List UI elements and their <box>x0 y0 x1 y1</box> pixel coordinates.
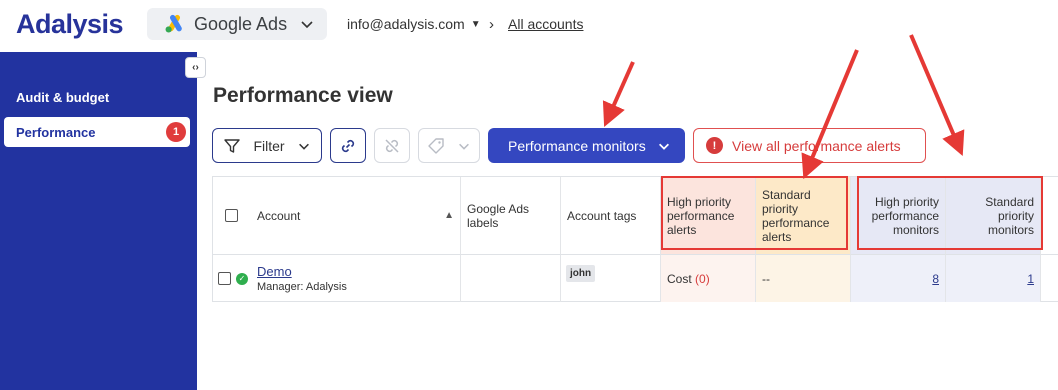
header-standard-priority-alerts[interactable]: Standard priority performance alerts <box>756 177 851 254</box>
link-icon <box>341 139 355 152</box>
header-std-alerts-label: Standard priority performance alerts <box>762 187 830 244</box>
account-manager: Manager: Adalysis <box>257 281 347 293</box>
sidebar-item-performance[interactable]: Performance 1 <box>4 117 190 147</box>
account-email: info@adalysis.com <box>347 16 465 32</box>
std-alerts-cell: -- <box>756 254 851 302</box>
sidebar-collapse-button[interactable]: ‹› <box>185 57 206 78</box>
row-select-cell: ✓ <box>213 254 249 302</box>
google-ads-icon <box>165 14 182 33</box>
top-bar: Adalysis Google Ads info@adalysis.com ▼ … <box>0 0 1058 52</box>
adalysis-logo[interactable]: Adalysis <box>16 9 124 40</box>
header-tags-label: Account tags <box>567 208 637 223</box>
breadcrumb-chevron-icon: › <box>489 16 494 33</box>
header-account-tags[interactable]: Account tags <box>561 177 661 254</box>
platform-selector[interactable]: Google Ads <box>147 8 327 40</box>
labels-cell <box>461 254 561 302</box>
std-alerts-value: -- <box>762 271 770 286</box>
account-email-dropdown[interactable]: info@adalysis.com ▼ <box>347 16 481 32</box>
header-standard-priority-monitors[interactable]: Standard priority monitors <box>946 177 1041 254</box>
all-accounts-link[interactable]: All accounts <box>508 16 583 32</box>
sidebar-section-audit-budget: Audit & budget <box>16 90 110 105</box>
header-std-monitors-label: Standard priority monitors <box>985 194 1034 237</box>
page-title: Performance view <box>213 84 393 107</box>
select-all-checkbox[interactable] <box>224 209 238 222</box>
alert-icon: ! <box>706 137 723 154</box>
performance-monitors-button[interactable]: Performance monitors <box>488 128 685 163</box>
std-monitors-cell: 1 <box>946 254 1041 302</box>
header-high-alerts-label: High priority performance alerts <box>667 194 735 237</box>
filter-icon <box>224 138 240 153</box>
filter-label: Filter <box>253 137 285 154</box>
select-all-cell <box>213 177 249 254</box>
platform-name: Google Ads <box>194 13 288 34</box>
notification-badge: 1 <box>166 122 186 142</box>
header-high-monitors-label: High priority performance monitors <box>871 194 939 237</box>
header-high-priority-alerts[interactable]: High priority performance alerts <box>661 177 756 254</box>
header-overflow <box>1041 177 1058 254</box>
high-monitors-link[interactable]: 8 <box>932 272 939 286</box>
header-high-priority-monitors[interactable]: High priority performance monitors <box>851 177 946 254</box>
high-monitors-cell: 8 <box>851 254 946 302</box>
sort-ascending-icon: ▲ <box>444 210 454 221</box>
header-google-ads-labels[interactable]: Google Ads labels <box>461 177 561 254</box>
unlink-button[interactable] <box>374 128 410 163</box>
header-account[interactable]: Account ▲ <box>249 177 461 254</box>
unlink-icon <box>385 138 399 153</box>
account-tag-chip[interactable]: john <box>566 265 596 282</box>
arrow-to-monitors-button <box>602 61 635 127</box>
performance-monitors-label: Performance monitors <box>508 137 646 154</box>
row-overflow <box>1041 254 1058 302</box>
tag-icon <box>428 137 444 154</box>
account-name-link[interactable]: Demo <box>257 264 292 279</box>
table-row-account-cell: Demo Manager: Adalysis <box>249 254 461 302</box>
filter-button[interactable]: Filter <box>212 128 322 163</box>
view-all-alerts-button[interactable]: ! View all performance alerts <box>693 128 926 163</box>
sidebar-item-label: Performance <box>16 124 96 140</box>
chevron-down-icon <box>459 143 469 150</box>
view-all-alerts-label: View all performance alerts <box>732 137 901 154</box>
accounts-table: Account ▲ Google Ads labels Account tags… <box>212 176 1058 302</box>
tag-dropdown-button[interactable] <box>418 128 480 163</box>
std-monitors-link[interactable]: 1 <box>1027 272 1034 286</box>
tags-cell: john <box>561 254 661 302</box>
high-alerts-count: (0) <box>695 271 710 286</box>
header-labels-label: Google Ads labels <box>467 201 530 230</box>
chevron-down-icon <box>299 143 309 150</box>
check-circle-icon: ✓ <box>236 272 248 285</box>
high-alerts-metric: Cost <box>667 271 692 286</box>
chevron-down-icon <box>301 21 313 29</box>
header-account-label: Account <box>257 208 301 223</box>
caret-down-icon: ▼ <box>470 18 481 30</box>
link-button[interactable] <box>330 128 366 163</box>
high-alerts-cell[interactable]: Cost (0) <box>661 254 756 302</box>
chevron-down-icon <box>659 143 669 150</box>
row-checkbox[interactable] <box>218 272 231 285</box>
